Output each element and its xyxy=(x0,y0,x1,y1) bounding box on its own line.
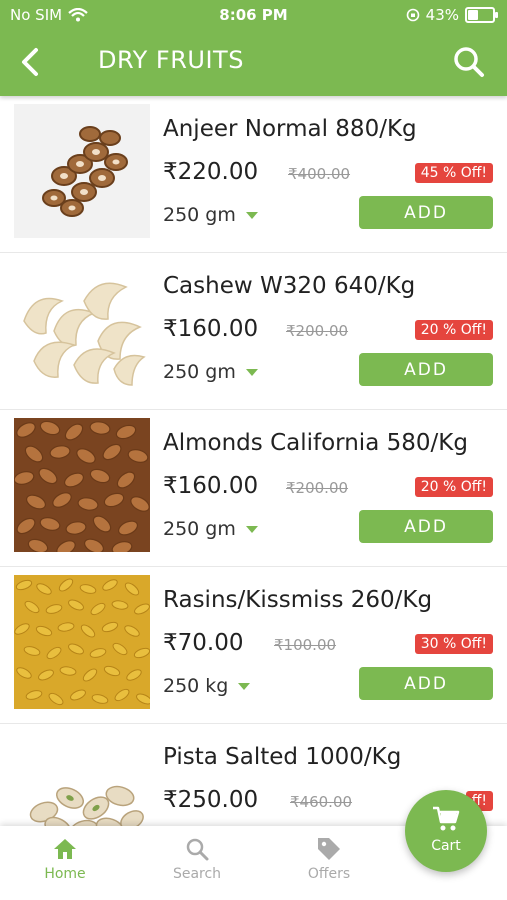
quantity-selector[interactable]: 250 gm xyxy=(163,518,258,540)
product-image-anjeer xyxy=(14,104,150,238)
status-right: 43% xyxy=(406,6,498,24)
quantity-label: 250 kg xyxy=(163,675,229,697)
product-image-raisins xyxy=(14,575,150,709)
quantity-label: 250 gm xyxy=(163,518,236,540)
status-bar: No SIM 8:06 PM 43% xyxy=(0,0,507,30)
product-price: ₹70.00 xyxy=(163,630,244,656)
product-mrp: ₹460.00 xyxy=(290,793,353,811)
tab-offers[interactable]: Offers xyxy=(274,832,384,882)
search-icon[interactable] xyxy=(449,42,489,82)
product-item[interactable]: Cashew W320 640/Kg ₹160.00 ₹200.00 20 % … xyxy=(0,253,507,410)
cart-icon xyxy=(433,806,460,831)
product-mrp: ₹200.00 xyxy=(286,322,349,340)
product-price: ₹160.00 xyxy=(163,473,259,499)
product-item[interactable]: Rasins/Kissmiss 260/Kg ₹70.00 ₹100.00 30… xyxy=(0,567,507,724)
nav-bar: DRY FRUITS xyxy=(0,30,507,96)
add-button[interactable]: ADD xyxy=(359,510,493,543)
chevron-down-icon xyxy=(238,682,251,690)
product-mrp: ₹400.00 xyxy=(288,165,351,183)
chevron-down-icon xyxy=(245,525,258,533)
product-price: ₹220.00 xyxy=(163,159,259,185)
chevron-down-icon xyxy=(245,211,258,219)
tab-offers-label: Offers xyxy=(307,866,351,882)
quantity-label: 250 gm xyxy=(163,361,236,383)
cart-label: Cart xyxy=(431,838,461,854)
app-header: No SIM 8:06 PM 43% DRY FRUITS xyxy=(0,0,507,96)
product-list: Anjeer Normal 880/Kg ₹220.00 ₹400.00 45 … xyxy=(0,96,507,881)
tab-home-label: Home xyxy=(44,866,86,882)
product-image-cashew xyxy=(14,261,150,395)
battery-percent: 43% xyxy=(425,6,459,24)
product-name: Almonds California 580/Kg xyxy=(163,430,468,456)
product-price: ₹160.00 xyxy=(163,316,259,342)
product-mrp: ₹100.00 xyxy=(274,636,337,654)
back-arrow-icon[interactable] xyxy=(14,42,50,82)
tab-home[interactable]: Home xyxy=(10,832,120,882)
quantity-selector[interactable]: 250 gm xyxy=(163,361,258,383)
product-item[interactable]: Anjeer Normal 880/Kg ₹220.00 ₹400.00 45 … xyxy=(0,96,507,253)
product-item[interactable]: Almonds California 580/Kg ₹160.00 ₹200.0… xyxy=(0,410,507,567)
home-icon xyxy=(54,839,76,859)
tab-search-label: Search xyxy=(172,866,222,882)
discount-badge: 30 % Off! xyxy=(414,634,493,654)
add-button[interactable]: ADD xyxy=(359,353,493,386)
product-price: ₹250.00 xyxy=(163,787,259,813)
product-name: Pista Salted 1000/Kg xyxy=(163,744,402,770)
battery-icon xyxy=(465,7,498,23)
tag-icon xyxy=(318,838,340,860)
quantity-selector[interactable]: 250 kg xyxy=(163,675,251,697)
product-mrp: ₹200.00 xyxy=(286,479,349,497)
cart-button[interactable]: Cart xyxy=(405,790,487,872)
product-name: Cashew W320 640/Kg xyxy=(163,273,416,299)
discount-badge: 20 % Off! xyxy=(414,320,493,340)
quantity-selector[interactable]: 250 gm xyxy=(163,204,258,226)
search-icon xyxy=(186,838,209,861)
chevron-down-icon xyxy=(245,368,258,376)
product-image-almonds xyxy=(14,418,150,552)
add-button[interactable]: ADD xyxy=(359,196,493,229)
orientation-lock-icon xyxy=(406,8,419,22)
discount-badge: 20 % Off! xyxy=(414,477,493,497)
add-button[interactable]: ADD xyxy=(359,667,493,700)
discount-badge: 45 % Off! xyxy=(414,163,493,183)
product-name: Rasins/Kissmiss 260/Kg xyxy=(163,587,433,613)
quantity-label: 250 gm xyxy=(163,204,236,226)
product-name: Anjeer Normal 880/Kg xyxy=(163,116,417,142)
page-title: DRY FRUITS xyxy=(98,46,244,74)
tab-search[interactable]: Search xyxy=(142,832,252,882)
